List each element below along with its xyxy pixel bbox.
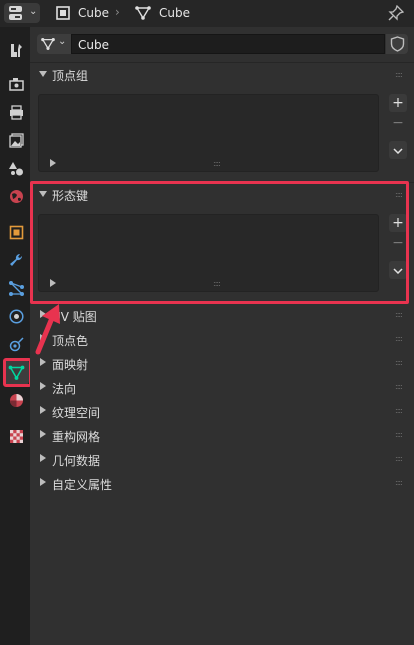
list-filter-toggle-icon[interactable] (50, 159, 56, 167)
panel-drag-handle[interactable]: :::: (395, 310, 403, 319)
mesh-name-value: Cube (78, 38, 109, 52)
tab-texture[interactable] (3, 423, 29, 449)
panel-drag-handle[interactable]: :::: (395, 358, 403, 367)
mesh-name-field[interactable]: Cube (71, 34, 385, 54)
fake-user-button[interactable] (386, 34, 408, 54)
vertex-groups-list[interactable]: :::: (38, 94, 379, 172)
chevron-down-icon (393, 148, 403, 155)
panel-label: 几何数据 (52, 454, 101, 468)
tab-world[interactable] (3, 183, 29, 209)
vertex-group-specials-button[interactable] (389, 141, 407, 159)
breadcrumb-object[interactable]: Cube (78, 6, 109, 20)
panel-custom-properties[interactable]: 自定义属性 :::: (30, 472, 414, 496)
particles-icon (8, 280, 24, 296)
material-icon (9, 393, 23, 407)
tool-icon (10, 43, 22, 57)
tab-modifiers[interactable] (3, 247, 29, 273)
wrench-icon (9, 253, 22, 266)
chevron-down-icon: ⌄ (29, 6, 38, 17)
render-camera-icon (8, 77, 24, 91)
panel-drag-handle[interactable]: :::: (395, 406, 403, 415)
panel-normals[interactable]: 法向 :::: (30, 376, 414, 400)
tab-scene[interactable] (3, 155, 29, 181)
vertex-groups-title[interactable]: 顶点组 (52, 67, 88, 84)
image-icon (8, 132, 24, 148)
panel-label: 重构网格 (52, 430, 101, 444)
panel-drag-handle[interactable]: :::: (395, 478, 403, 487)
panel-label: 自定义属性 (52, 478, 113, 492)
tab-tool[interactable] (3, 37, 29, 63)
panel-drag-handle[interactable]: :::: (395, 70, 403, 79)
properties-header: ⌄ Cube › Cube (0, 0, 414, 27)
panel-remesh[interactable]: 重构网格 :::: (30, 424, 414, 448)
panel-drag-handle[interactable]: :::: (395, 430, 403, 439)
mesh-data-icon (41, 38, 55, 50)
tab-object[interactable] (3, 219, 29, 245)
panel-uv-maps[interactable]: UV 贴图 :::: (30, 304, 414, 328)
printer-icon (9, 104, 23, 120)
chevron-down-icon: ⌄ (58, 36, 67, 47)
pin-icon[interactable] (388, 5, 404, 21)
shield-icon (390, 36, 405, 52)
panel-vertex-colors[interactable]: 顶点色 :::: (30, 328, 414, 352)
tab-particles[interactable] (3, 275, 29, 301)
properties-editor-icon (9, 6, 22, 20)
mesh-browse-button[interactable]: ⌄ (37, 34, 71, 54)
panel-label: 法向 (52, 382, 77, 396)
panel-label: 纹理空间 (52, 406, 101, 420)
physics-icon (8, 308, 24, 324)
remove-vertex-group-button[interactable]: − (389, 114, 407, 132)
shape-keys-highlight-box (30, 181, 409, 304)
editor-type-button[interactable]: ⌄ (4, 3, 40, 23)
panel-drag-handle[interactable]: :::: (395, 382, 403, 391)
tab-material[interactable] (3, 387, 29, 413)
panel-collapsed-icon (40, 454, 46, 462)
panel-divider (30, 62, 414, 63)
breadcrumb-mesh[interactable]: Cube (159, 6, 190, 20)
constraint-icon (9, 336, 24, 351)
object-icon (9, 225, 23, 239)
scene-icon (8, 161, 23, 175)
checker-texture-icon (9, 429, 23, 443)
panel-drag-handle[interactable]: :::: (395, 334, 403, 343)
tab-view-layer[interactable] (3, 127, 29, 153)
panel-collapsed-icon (40, 406, 46, 414)
annotation-arrow-icon (35, 304, 60, 355)
panel-geometry-data[interactable]: 几何数据 :::: (30, 448, 414, 472)
world-icon (9, 189, 23, 203)
add-vertex-group-button[interactable]: + (389, 94, 407, 112)
active-tab-highlight (3, 358, 32, 387)
mesh-data-icon (135, 6, 151, 20)
panel-collapsed-icon (40, 382, 46, 390)
breadcrumb-separator: › (115, 5, 120, 19)
panel-texture-space[interactable]: 纹理空间 :::: (30, 400, 414, 424)
list-resize-handle[interactable]: :::: (213, 159, 221, 168)
panel-expanded-icon[interactable] (39, 71, 47, 77)
tab-output[interactable] (3, 99, 29, 125)
tab-render[interactable] (3, 71, 29, 97)
panel-collapsed-icon (40, 430, 46, 438)
panel-collapsed-icon (40, 478, 46, 486)
object-icon (56, 6, 70, 20)
panel-drag-handle[interactable]: :::: (395, 454, 403, 463)
panel-face-maps[interactable]: 面映射 :::: (30, 352, 414, 376)
